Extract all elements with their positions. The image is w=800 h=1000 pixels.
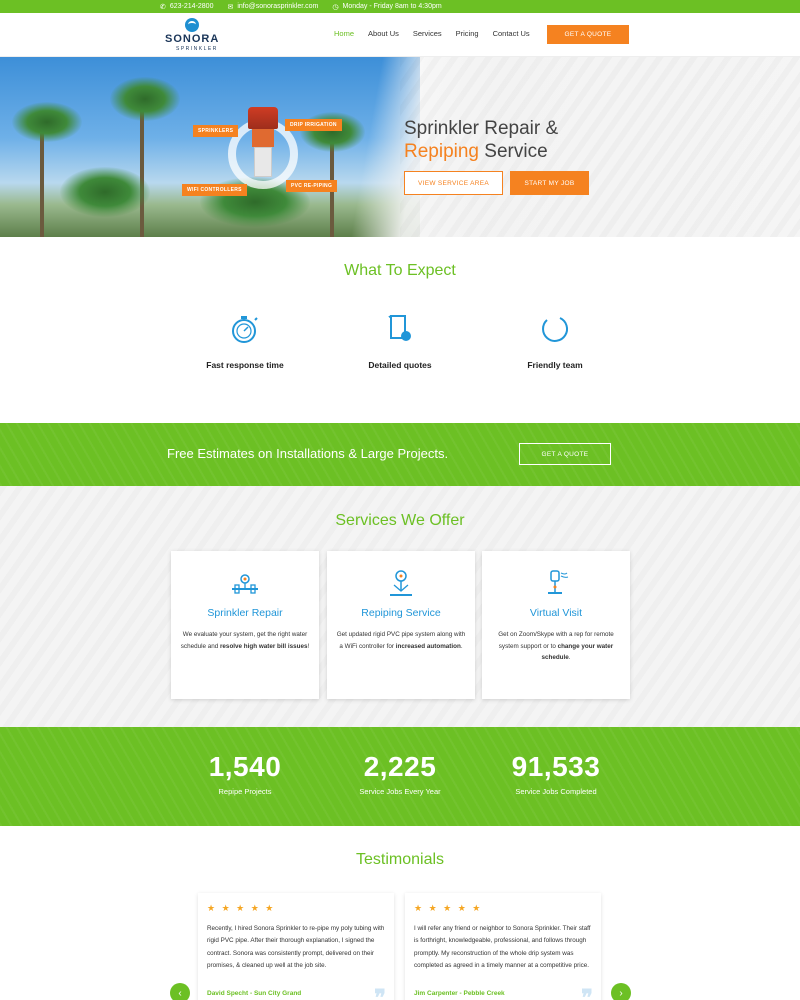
email-icon: ✉ — [227, 3, 234, 11]
nav-home[interactable]: Home — [334, 29, 354, 38]
hero-title-line2: Repiping Service — [404, 140, 558, 163]
nav-contact-us[interactable]: Contact Us — [493, 29, 530, 38]
stat-label: Service Jobs Every Year — [359, 787, 441, 796]
stat-repipe-projects: 1,540 Repipe Projects — [170, 751, 320, 796]
hours-item: ◷ Monday - Friday 8am to 4:30pm — [332, 3, 441, 11]
service-card-desc: Get on Zoom/Skype with a rep for remote … — [498, 631, 614, 661]
testimonials-title: Testimonials — [355, 851, 445, 868]
virtual-visit-icon — [548, 570, 569, 594]
service-card-sprinkler-repair[interactable]: Sprinkler Repair We evaluate your system… — [171, 551, 319, 699]
carousel-prev-button[interactable]: ‹ — [170, 983, 190, 1000]
logo-sub: SPRINKLER — [176, 46, 218, 52]
expect-item-fast-response: Fast response time — [170, 312, 320, 370]
view-service-area-button[interactable]: VIEW SERVICE AREA — [404, 171, 503, 195]
sprinkler-repair-icon — [232, 574, 258, 594]
testimonials-section: Testimonials ★ ★ ★ ★ ★ Recently, I hired… — [0, 826, 800, 1000]
hero-title: Sprinkler Repair & Repiping Service — [404, 117, 558, 163]
service-card-virtual-visit[interactable]: Virtual Visit Get on Zoom/Skype with a r… — [482, 551, 630, 699]
service-card-title: Repiping Service — [361, 607, 441, 619]
what-to-expect-section: What To Expect Fast response time Detail… — [0, 237, 800, 423]
services-section: Services We Offer Sprinkler Repair We ev… — [0, 486, 800, 727]
hero-title-line1: Sprinkler Repair & — [404, 118, 559, 139]
hero-title-highlight: Repiping — [404, 141, 479, 162]
service-card-title: Sprinkler Repair — [207, 607, 283, 619]
stat-number: 2,225 — [363, 751, 437, 782]
testimonial-text: I will refer any friend or neighbor to S… — [414, 925, 591, 969]
top-contact-bar: ✆ 623-214-2800 ✉ info@sonorasprinkler.com … — [0, 0, 800, 13]
stopwatch-icon — [232, 316, 258, 343]
band-get-quote-button[interactable]: GET A QUOTE — [519, 443, 611, 465]
testimonial-author: Jim Carpenter - Pebble Creek — [414, 990, 505, 997]
services-title: Services We Offer — [335, 512, 465, 529]
star-rating: ★ ★ ★ ★ ★ — [207, 903, 276, 913]
service-card-title: Virtual Visit — [529, 607, 583, 619]
expect-title: What To Expect — [344, 262, 456, 279]
expect-label: Detailed quotes — [368, 360, 432, 370]
main-nav: Home About Us Services Pricing Contact U… — [334, 29, 544, 38]
stat-label: Repipe Projects — [218, 787, 272, 796]
sprinkler-head-icon — [248, 107, 278, 177]
phone-icon: ✆ — [160, 3, 166, 11]
tag-wifi-controllers: WIFI CONTROLLERS — [182, 184, 247, 196]
star-rating: ★ ★ ★ ★ ★ — [414, 903, 483, 913]
hours-text: Monday - Friday 8am to 4:30pm — [342, 3, 442, 10]
document-icon — [388, 315, 411, 341]
band-text: Free Estimates on Installations & Large … — [167, 446, 449, 461]
stat-number: 91,533 — [511, 751, 601, 782]
service-card-desc: We evaluate your system, get the right w… — [180, 631, 310, 650]
start-my-job-button[interactable]: START MY JOB — [510, 171, 589, 195]
stat-service-jobs-completed: 91,533 Service Jobs Completed — [481, 751, 631, 796]
service-card-desc: Get updated rigid PVC pipe system along … — [336, 631, 466, 650]
stat-number: 1,540 — [208, 751, 282, 782]
logo-mark-icon — [185, 18, 199, 32]
tag-sprinklers: SPRINKLERS — [193, 125, 239, 137]
quote-icon: ❞ — [374, 985, 386, 1000]
carousel-next-button[interactable]: › — [611, 983, 631, 1000]
smile-icon — [542, 317, 569, 342]
free-estimates-band: Free Estimates on Installations & Large … — [0, 423, 800, 486]
email-text: info@sonorasprinkler.com — [237, 3, 319, 10]
phone-item[interactable]: ✆ 623-214-2800 — [160, 3, 213, 11]
expect-label: Friendly team — [527, 360, 583, 370]
clock-icon: ◷ — [332, 3, 339, 11]
testimonial-author: David Specht - Sun City Grand — [207, 990, 302, 997]
header-get-quote-button[interactable]: GET A QUOTE — [547, 25, 629, 44]
stat-service-jobs-year: 2,225 Service Jobs Every Year — [325, 751, 475, 796]
email-item[interactable]: ✉ info@sonorasprinkler.com — [227, 3, 318, 11]
stat-label: Service Jobs Completed — [515, 787, 597, 796]
tag-drip-irrigation: DRIP IRRIGATION — [285, 119, 342, 131]
stats-band: 1,540 Repipe Projects 2,225 Service Jobs… — [0, 727, 800, 826]
quote-icon: ❞ — [581, 985, 593, 1000]
logo[interactable]: SONORA SPRINKLER — [163, 18, 223, 54]
hero-section: SPRINKLERS DRIP IRRIGATION WIFI CONTROLL… — [0, 57, 800, 237]
service-card-repiping[interactable]: Repiping Service Get updated rigid PVC p… — [327, 551, 475, 699]
testimonial-card: ★ ★ ★ ★ ★ Recently, I hired Sonora Sprin… — [198, 893, 394, 1000]
expect-item-friendly-team: Friendly team — [480, 312, 630, 370]
phone-text: 623-214-2800 — [169, 3, 214, 10]
site-header: SONORA SPRINKLER Home About Us Services … — [0, 13, 800, 57]
testimonial-card: ★ ★ ★ ★ ★ I will refer any friend or nei… — [405, 893, 601, 1000]
expect-item-detailed-quotes: Detailed quotes — [325, 312, 475, 370]
nav-about-us[interactable]: About Us — [368, 29, 399, 38]
logo-name: SONORA — [165, 33, 220, 45]
nav-services[interactable]: Services — [413, 29, 442, 38]
testimonial-text: Recently, I hired Sonora Sprinkler to re… — [207, 925, 385, 969]
repiping-icon — [390, 570, 412, 596]
nav-pricing[interactable]: Pricing — [456, 29, 479, 38]
hero-title-rest: Service — [479, 141, 548, 162]
tag-pvc-repiping: PVC RE-PIPING — [286, 180, 338, 192]
expect-label: Fast response time — [206, 360, 284, 370]
